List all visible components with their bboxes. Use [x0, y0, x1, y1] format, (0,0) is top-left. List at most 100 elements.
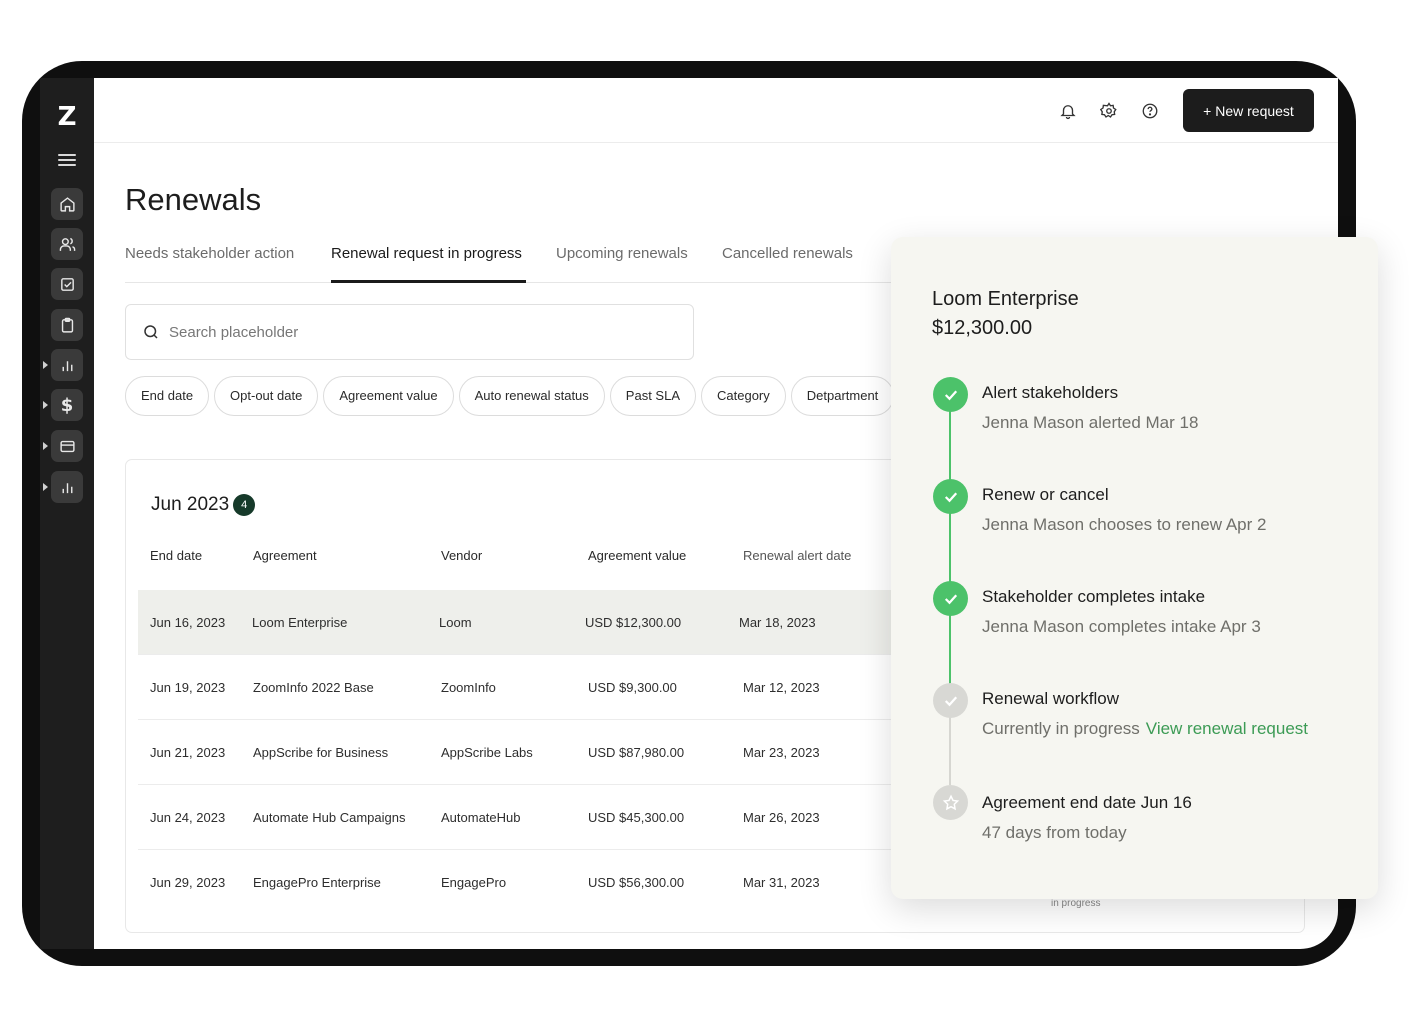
tab-upcoming-renewals[interactable]: Upcoming renewals [556, 245, 688, 262]
dollar-icon: $ [60, 394, 74, 416]
cell-agreement: Loom Enterprise [252, 615, 348, 630]
bar-chart-icon [62, 360, 72, 371]
tab-cancelled-renewals[interactable]: Cancelled renewals [722, 245, 853, 262]
cell-alert-date: Mar 26, 2023 [743, 810, 820, 825]
column-header-agreement-value[interactable]: Agreement value [588, 548, 686, 563]
cell-agreement: EngagePro Enterprise [253, 875, 381, 890]
cell-vendor: AutomateHub [441, 810, 521, 825]
help-icon [1142, 103, 1158, 119]
table-row[interactable]: Jun 16, 2023 Loom Enterprise Loom USD $1… [138, 590, 906, 655]
step-title: Stakeholder completes intake [982, 587, 1206, 606]
sidebar-item-payments[interactable] [51, 430, 83, 462]
step-done-icon [933, 377, 968, 412]
users-icon [59, 237, 75, 251]
sidebar-item-users[interactable] [51, 228, 83, 260]
cell-agreement: ZoomInfo 2022 Base [253, 680, 374, 695]
home-icon [59, 196, 75, 212]
status-text-fragment: in progress [1051, 898, 1101, 909]
check-icon [944, 491, 957, 502]
expand-caret-icon[interactable] [43, 442, 48, 450]
filter-department[interactable]: Detpartment [790, 376, 895, 416]
cell-value: USD $87,980.00 [588, 745, 685, 760]
renewal-detail-panel: Loom Enterprise $12,300.00 Alert stakeho… [891, 237, 1378, 899]
cell-alert-date: Mar 18, 2023 [739, 615, 816, 630]
search-input[interactable] [169, 323, 669, 341]
expand-caret-icon[interactable] [43, 483, 48, 491]
cell-agreement: Automate Hub Campaigns [253, 810, 406, 825]
cell-vendor: AppScribe Labs [441, 745, 533, 760]
step-title: Renew or cancel [982, 485, 1109, 504]
timeline-progress-line [949, 395, 951, 702]
column-header-end-date[interactable]: End date [150, 548, 202, 563]
step-subtitle: 47 days from today [982, 823, 1127, 842]
step-subtitle: Currently in progress [982, 719, 1140, 738]
check-icon [944, 695, 957, 706]
filter-chips: End date Opt-out date Agreement value Auto … [125, 376, 895, 416]
filter-category[interactable]: Category [701, 376, 786, 416]
card-icon [59, 440, 75, 452]
clipboard-icon [61, 317, 73, 333]
checkbox-icon [60, 277, 74, 291]
menu-icon[interactable] [58, 154, 76, 168]
sidebar-item-home[interactable] [51, 188, 83, 220]
tab-renewal-request-in-progress[interactable]: Renewal request in progress [331, 245, 522, 262]
sidebar-item-analytics[interactable] [51, 349, 83, 381]
filter-past-sla[interactable]: Past SLA [609, 376, 696, 416]
sidebar-item-tasks[interactable] [51, 268, 83, 300]
active-tab-indicator [331, 280, 526, 283]
column-header-vendor[interactable]: Vendor [441, 548, 482, 563]
cell-alert-date: Mar 23, 2023 [743, 745, 820, 760]
new-request-button[interactable]: + New request [1183, 89, 1314, 132]
settings-button[interactable] [1098, 100, 1120, 122]
step-subtitle: Jenna Mason alerted Mar 18 [982, 413, 1199, 432]
cell-alert-date: Mar 12, 2023 [743, 680, 820, 695]
tab-needs-stakeholder-action[interactable]: Needs stakeholder action [125, 245, 294, 262]
column-header-renewal-alert-date[interactable]: Renewal alert date [743, 548, 851, 563]
cell-end-date: Jun 19, 2023 [150, 680, 226, 695]
table-row[interactable]: Jun 19, 2023 ZoomInfo 2022 Base ZoomInfo… [138, 655, 906, 720]
page-title: Renewals [125, 182, 262, 217]
panel-agreement-amount: $12,300.00 [932, 317, 1033, 339]
table-row[interactable]: Jun 21, 2023 AppScribe for Business AppS… [138, 720, 906, 785]
bar-chart-icon [62, 482, 72, 493]
search-icon [144, 325, 158, 339]
step-title: Alert stakeholders [982, 383, 1119, 402]
cell-end-date: Jun 16, 2023 [150, 615, 226, 630]
panel-agreement-name: Loom Enterprise [932, 288, 1079, 310]
cell-value: USD $12,300.00 [585, 615, 682, 630]
sidebar-item-reports[interactable] [51, 471, 83, 503]
cell-value: USD $56,300.00 [588, 875, 685, 890]
step-subtitle-row: Currently in progress View renewal reques… [982, 719, 1308, 739]
table-row[interactable]: Jun 29, 2023 EngagePro Enterprise Engage… [138, 850, 906, 915]
cell-end-date: Jun 29, 2023 [150, 875, 226, 890]
cell-vendor: EngagePro [441, 875, 507, 890]
table-row[interactable]: Jun 24, 2023 Automate Hub Campaigns Auto… [138, 785, 906, 850]
expand-caret-icon[interactable] [43, 361, 48, 369]
app-logo[interactable]: Z [40, 102, 94, 132]
month-group-header: Jun 2023 4 [151, 494, 256, 516]
sidebar-item-requests[interactable] [51, 309, 83, 341]
step-pending-icon [933, 683, 968, 718]
notifications-button[interactable] [1057, 100, 1079, 122]
column-header-agreement[interactable]: Agreement [253, 548, 317, 563]
view-renewal-request-link[interactable]: View renewal request [1146, 719, 1308, 738]
step-title: Renewal workflow [982, 689, 1119, 708]
filter-opt-out-date[interactable]: Opt-out date [214, 376, 319, 416]
help-button[interactable] [1139, 100, 1161, 122]
step-title: Agreement end date Jun 16 [982, 793, 1192, 812]
step-done-icon [933, 581, 968, 616]
cell-vendor: Loom [439, 615, 472, 630]
bell-icon [1060, 105, 1076, 120]
count-badge: 4 [233, 494, 256, 516]
expand-caret-icon[interactable] [43, 401, 48, 409]
filter-agreement-value[interactable]: Agreement value [323, 376, 454, 416]
cell-agreement: AppScribe for Business [253, 745, 389, 760]
table-header: End date Agreement Vendor Agreement valu… [126, 548, 906, 568]
top-bar: + New request [94, 78, 1338, 143]
cell-end-date: Jun 24, 2023 [150, 810, 226, 825]
search-box[interactable] [125, 304, 694, 360]
sidebar-item-spend[interactable]: $ [51, 389, 83, 421]
filter-auto-renewal-status[interactable]: Auto renewal status [458, 376, 605, 416]
filter-end-date[interactable]: End date [125, 376, 210, 416]
step-upcoming-icon [933, 785, 968, 820]
